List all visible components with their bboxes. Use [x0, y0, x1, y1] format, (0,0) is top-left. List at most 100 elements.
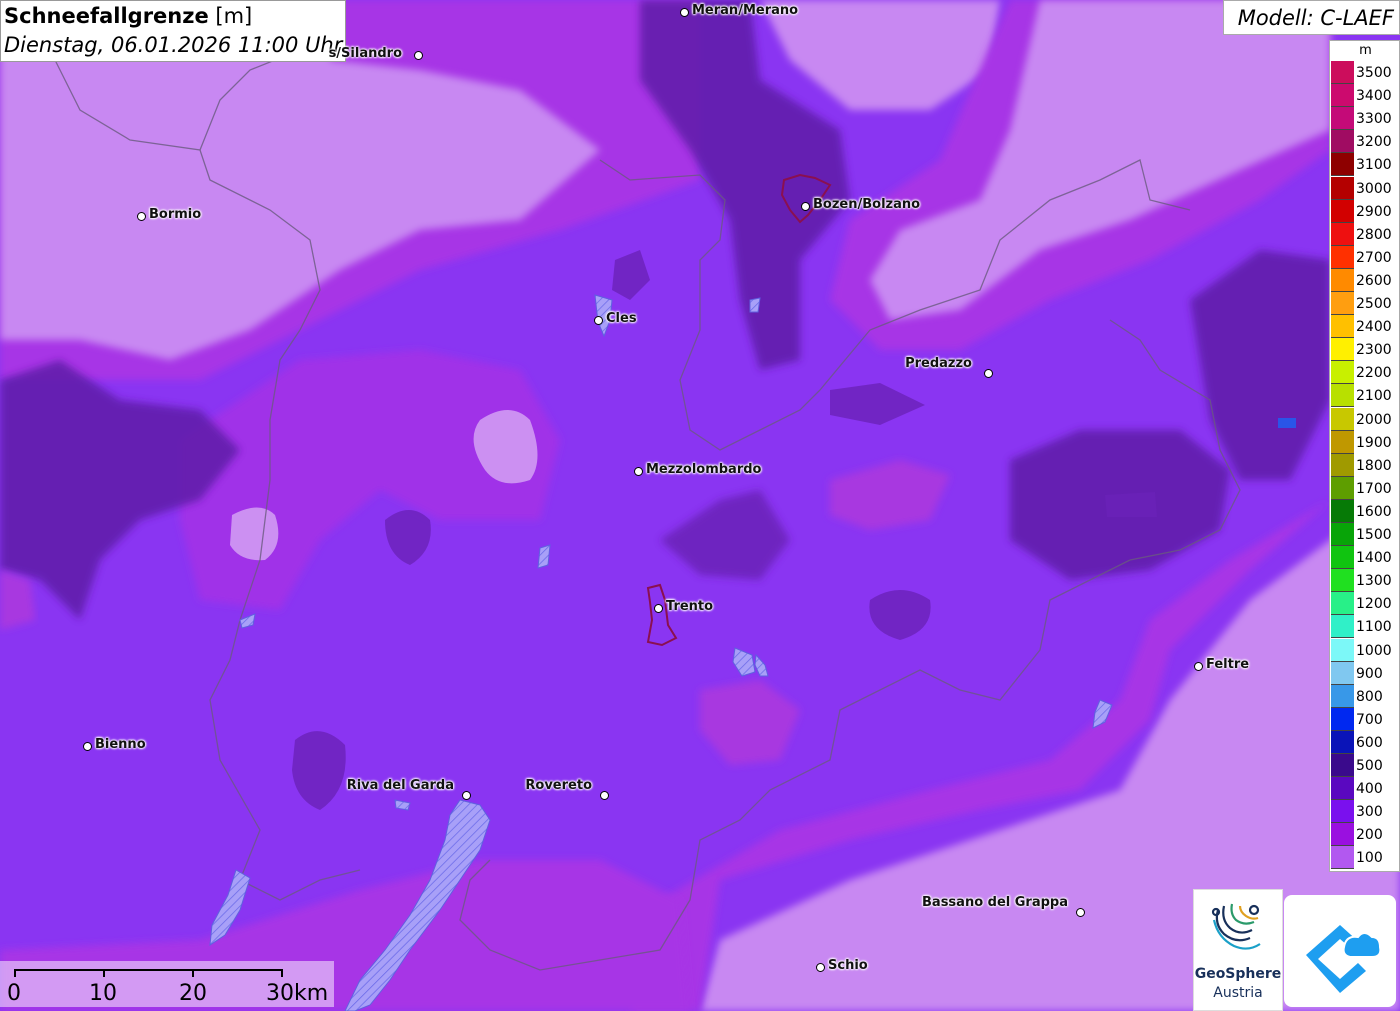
legend-entry: 600: [1330, 730, 1400, 754]
legend-entry: 2000: [1330, 407, 1400, 431]
legend-swatch: [1331, 638, 1354, 662]
geosphere-emblem-icon: [1211, 903, 1261, 950]
legend-swatch: [1331, 361, 1354, 385]
legend-entry: 1200: [1330, 592, 1400, 616]
legend-entry: 2400: [1330, 315, 1400, 339]
legend-swatch: [1331, 499, 1354, 523]
legend-swatch: [1331, 569, 1354, 593]
place-label: Bassano del Grappa: [922, 895, 1068, 910]
scale-label: 20: [179, 981, 207, 1006]
legend-label: 1100: [1356, 619, 1392, 636]
place-marker: [654, 604, 663, 613]
tiny-blue-spot: [1278, 418, 1296, 428]
contour-400-small-6: [1105, 492, 1157, 517]
legend-label: 1800: [1356, 457, 1392, 474]
title-main: Schneefallgrenze: [4, 4, 209, 28]
legend-unit: m: [1359, 43, 1372, 58]
legend-label: 800: [1356, 688, 1383, 705]
legend-label: 2700: [1356, 249, 1392, 266]
geosphere-logo[interactable]: GeoSphere Austria: [1193, 889, 1283, 1011]
legend-label: 400: [1356, 781, 1383, 798]
place-marker: [1076, 908, 1085, 917]
legend-swatch: [1331, 684, 1354, 708]
legend-label: 3400: [1356, 88, 1392, 105]
logo-line1: GeoSphere: [1194, 966, 1282, 982]
legend-entry: 2500: [1330, 292, 1400, 315]
legend-entry: 2200: [1330, 361, 1400, 385]
legend-swatch: [1331, 61, 1354, 84]
place-marker: [137, 212, 146, 221]
scale-tick: [103, 969, 105, 977]
place-label: Bozen/Bolzano: [813, 197, 921, 212]
legend-label: 2100: [1356, 388, 1392, 405]
legend-entry: 3100: [1330, 153, 1400, 177]
legend-swatch: [1331, 546, 1354, 570]
legend-label: 3200: [1356, 134, 1392, 151]
place-marker: [984, 369, 993, 378]
legend-label: 1200: [1356, 596, 1392, 613]
legend-label: 700: [1356, 711, 1383, 728]
legend-swatch: [1331, 661, 1354, 685]
legend-entry: 2700: [1330, 245, 1400, 269]
scale-label: 30km: [266, 981, 329, 1006]
place-label: Mezzolombardo: [646, 462, 762, 477]
scale-line: [14, 969, 282, 971]
legend-entry: 2800: [1330, 222, 1400, 246]
legend-swatch: [1331, 384, 1354, 408]
place-label: Bienno: [95, 737, 146, 752]
legend-entry: 3300: [1330, 107, 1400, 131]
house-cloud-icon: [1306, 925, 1382, 993]
legend-entry: 1800: [1330, 453, 1400, 477]
place-marker: [594, 316, 603, 325]
app-logo[interactable]: [1284, 895, 1396, 1007]
place-marker: [1194, 662, 1203, 671]
place-marker: [414, 51, 423, 60]
legend-entry: 3500: [1330, 61, 1400, 84]
legend-swatch: [1331, 754, 1354, 777]
legend-swatch: [1331, 292, 1354, 315]
legend-label: 200: [1356, 827, 1383, 844]
legend-swatch: [1331, 823, 1354, 847]
legend-label: 1300: [1356, 573, 1392, 590]
legend-entry: 2600: [1330, 268, 1400, 292]
legend-swatch: [1331, 777, 1354, 801]
place-label: Predazzo: [905, 356, 972, 371]
legend-entry: 500: [1330, 754, 1400, 777]
place-label: Rovereto: [525, 778, 592, 793]
legend-swatch: [1331, 615, 1354, 639]
place-label: Bormio: [149, 207, 202, 222]
legend-label: 2200: [1356, 365, 1392, 382]
place-marker: [83, 742, 92, 751]
legend-entry: 1700: [1330, 476, 1400, 500]
legend-swatch: [1331, 176, 1354, 200]
legend-label: 1000: [1356, 642, 1392, 659]
legend-label: 2400: [1356, 319, 1392, 336]
place-marker: [634, 467, 643, 476]
legend-swatch: [1331, 523, 1354, 546]
legend-entry: 1000: [1330, 638, 1400, 662]
map-title-box: Schneefallgrenze [m] Dienstag, 06.01.202…: [0, 0, 346, 62]
legend-swatch: [1331, 245, 1354, 269]
legend-swatch: [1331, 199, 1354, 223]
place-label: Riva del Garda: [346, 778, 454, 793]
place-label: Cles: [606, 311, 637, 326]
map-datetime: Dienstag, 06.01.2026 11:00 Uhr: [4, 33, 343, 57]
legend-swatch: [1331, 800, 1354, 824]
scale-tick: [192, 969, 194, 977]
legend-label: 600: [1356, 734, 1383, 751]
logo-line2: Austria: [1213, 985, 1263, 1001]
place-label: Schio: [828, 958, 868, 973]
legend-label: 3300: [1356, 111, 1392, 128]
legend-entry: 1500: [1330, 523, 1400, 546]
snowline-map[interactable]: [0, 0, 1400, 1011]
legend-label: 2300: [1356, 342, 1392, 359]
model-label-box: Modell: C-LAEF: [1223, 0, 1400, 35]
contour-100-spot-2: [230, 507, 279, 561]
color-legend: m 3500 3400 3300 3200 3100 3000 2900 2800 2700 26…: [1329, 40, 1400, 872]
lake-small-5: [749, 297, 761, 313]
legend-label: 1400: [1356, 550, 1392, 567]
legend-swatch: [1331, 846, 1354, 870]
scale-bar: 0 10 20 30km: [0, 961, 334, 1007]
legend-entry: 1300: [1330, 569, 1400, 593]
legend-label: 3500: [1356, 65, 1392, 81]
